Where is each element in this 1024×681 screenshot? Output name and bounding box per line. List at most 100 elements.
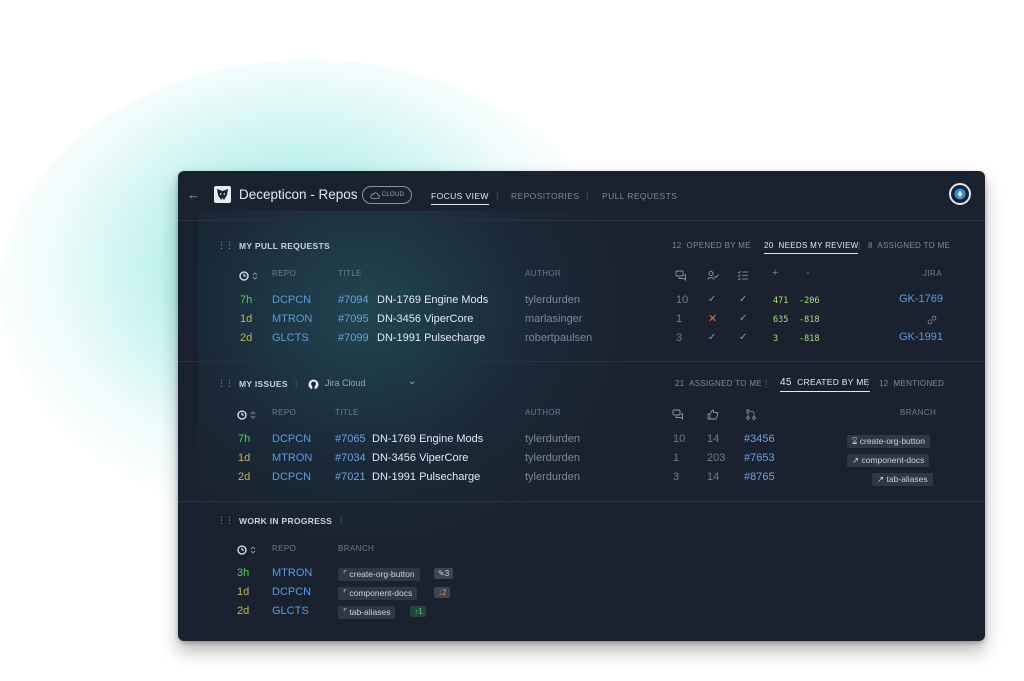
branch-icon: ↗: [877, 474, 885, 484]
issue-title[interactable]: DN-3456 ViperCore: [372, 452, 468, 464]
branch-pill[interactable]: ⌜ component-docs: [338, 587, 418, 600]
branch-icon: ↗: [852, 455, 860, 465]
pr-title[interactable]: DN-1769 Engine Mods: [377, 294, 488, 306]
back-arrow-icon[interactable]: ←: [187, 187, 200, 202]
drag-handle-icon[interactable]: ⋮⋮: [217, 240, 234, 251]
wip-behind-badge: ↓2: [434, 587, 451, 598]
filter-mentioned[interactable]: 12 MENTIONED: [879, 379, 944, 388]
branch-pill[interactable]: ⌜ tab-aliases: [338, 606, 396, 619]
issue-number[interactable]: #7021: [335, 471, 366, 483]
column-header-author[interactable]: AUTHOR: [525, 269, 561, 278]
section-title-issues: MY ISSUES: [239, 379, 288, 389]
pr-repo[interactable]: GLCTS: [272, 332, 309, 344]
pr-number[interactable]: #7094: [338, 294, 369, 306]
section-divider: [178, 361, 985, 362]
checks-passed-check-icon: ✓: [739, 332, 748, 343]
branch-pill[interactable]: ↗ tab-aliases: [872, 473, 933, 486]
workspace-logo: [214, 186, 231, 203]
pr-lines-removed: -206: [799, 296, 820, 306]
issue-source-select[interactable]: Jira Cloud: [325, 378, 366, 388]
account-icon[interactable]: [949, 183, 971, 205]
pr-comment-count: 3: [676, 332, 683, 344]
filter-opened-by-me[interactable]: 12 OPENED BY ME: [672, 241, 751, 250]
issue-linked-pr[interactable]: #3456: [744, 433, 775, 445]
wip-changes-badge: ✎3: [434, 568, 454, 579]
issue-repo[interactable]: MTRON: [272, 452, 312, 464]
issue-repo[interactable]: DCPCN: [272, 471, 311, 483]
tab-pull-requests[interactable]: PULL REQUESTS: [602, 191, 677, 201]
cloud-icon: [370, 191, 380, 199]
review-changes-requested-x-icon: ✕: [708, 313, 718, 325]
tab-focus-view[interactable]: FOCUS VIEW: [431, 191, 489, 205]
issue-comment-count: 1: [673, 452, 680, 464]
pr-number[interactable]: #7095: [338, 313, 369, 325]
pr-author: robertpaulsen: [525, 332, 593, 344]
checks-passed-check-icon: ✓: [739, 313, 748, 324]
pr-title[interactable]: DN-3456 ViperCore: [377, 313, 473, 325]
filter-divider: |: [858, 240, 861, 250]
column-header-title[interactable]: TITLE: [335, 408, 359, 417]
column-header-repo[interactable]: REPO: [272, 544, 296, 553]
issue-linked-pr[interactable]: #7653: [744, 452, 775, 464]
pr-title[interactable]: DN-1991 Pulsecharge: [377, 332, 485, 344]
branch-pill[interactable]: ⌜ create-org-button: [338, 568, 420, 581]
issue-like-count: 14: [707, 433, 720, 445]
review-approved-check-icon: ✓: [708, 294, 717, 305]
drag-handle-icon[interactable]: ⋮⋮: [217, 515, 234, 526]
issue-title[interactable]: DN-1769 Engine Mods: [372, 433, 483, 445]
column-header-jira: JIRA: [923, 269, 942, 278]
column-header-author[interactable]: AUTHOR: [525, 408, 561, 417]
column-header-repo[interactable]: REPO: [272, 269, 296, 278]
title-divider: |: [340, 515, 343, 525]
issue-like-count: 203: [707, 452, 726, 464]
nav-divider: |: [586, 190, 589, 200]
column-header-branch: BRANCH: [900, 408, 937, 417]
pr-repo[interactable]: DCPCN: [272, 294, 311, 306]
chevron-down-icon[interactable]: ⌄: [408, 376, 416, 387]
clock-sort-icon[interactable]: [237, 407, 257, 425]
wip-repo[interactable]: GLCTS: [272, 605, 309, 617]
branch-pill[interactable]: ⌛︎ create-org-button: [847, 435, 930, 448]
issue-number[interactable]: #7065: [335, 433, 366, 445]
filter-created-by-me[interactable]: 45 CREATED BY ME: [780, 377, 870, 392]
issue-repo[interactable]: DCPCN: [272, 433, 311, 445]
decepticon-logo-icon: [217, 189, 228, 200]
link-icon[interactable]: [926, 313, 938, 331]
pr-comment-count: 1: [676, 313, 683, 325]
branch-name: create-org-button: [859, 436, 925, 446]
branch-icon: ⌜: [343, 588, 347, 598]
drag-handle-icon[interactable]: ⋮⋮: [217, 378, 234, 389]
issue-title[interactable]: DN-1991 Pulsecharge: [372, 471, 480, 483]
pr-author: tylerdurden: [525, 294, 581, 306]
pr-jira-link[interactable]: GK-1991: [899, 331, 943, 343]
column-header-branch[interactable]: BRANCH: [338, 544, 374, 553]
workspace-title[interactable]: Decepticon - Repos: [239, 187, 358, 202]
issue-linked-pr[interactable]: #8765: [744, 471, 775, 483]
filter-assigned-to-me[interactable]: 21 ASSIGNED TO ME: [675, 379, 762, 388]
section-divider: [178, 501, 985, 502]
issue-comment-count: 10: [673, 433, 686, 445]
pr-jira-link[interactable]: GK-1769: [899, 293, 943, 305]
filter-count: 8: [868, 241, 873, 250]
wip-repo[interactable]: MTRON: [272, 567, 312, 579]
pr-repo[interactable]: MTRON: [272, 313, 312, 325]
clock-sort-icon[interactable]: [239, 268, 259, 286]
pr-number[interactable]: #7099: [338, 332, 369, 344]
pr-lines-removed: -818: [799, 315, 820, 325]
badge-count: 1: [418, 607, 423, 616]
clock-sort-icon[interactable]: [237, 542, 257, 560]
filter-assigned-to-me[interactable]: 8 ASSIGNED TO ME: [868, 241, 950, 250]
column-header-repo[interactable]: REPO: [272, 408, 296, 417]
wip-repo[interactable]: DCPCN: [272, 586, 311, 598]
pr-age: 2d: [240, 332, 253, 344]
branch-name: tab-aliases: [886, 474, 928, 484]
issue-number[interactable]: #7034: [335, 452, 366, 464]
filter-needs-my-review[interactable]: 20 NEEDS MY REVIEW: [764, 241, 859, 254]
column-header-removed: -: [806, 267, 811, 279]
reviewers-column-icon: [707, 268, 719, 286]
tab-repositories[interactable]: REPOSITORIES: [511, 191, 579, 201]
filter-count: 12: [672, 241, 682, 250]
column-header-title[interactable]: TITLE: [338, 269, 362, 278]
filter-count: 20: [764, 241, 774, 250]
branch-pill[interactable]: ↗ component-docs: [847, 454, 930, 467]
